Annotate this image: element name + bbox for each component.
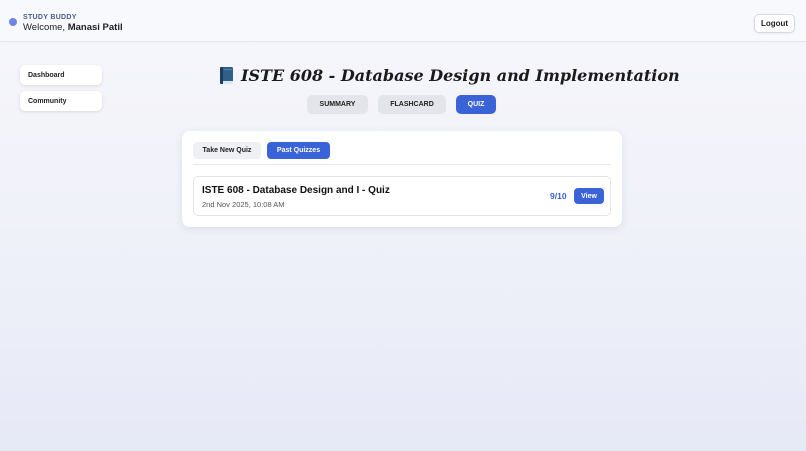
welcome-prefix: Welcome, <box>23 22 66 33</box>
quiz-name: ISTE 608 - Database Design and I - Quiz <box>202 185 390 196</box>
tab-quiz[interactable]: QUIZ <box>456 95 496 114</box>
view-quiz-button[interactable]: View <box>574 188 604 204</box>
brand-name: STUDY BUDDY <box>23 14 77 21</box>
quiz-score: 9/10 <box>550 191 567 201</box>
quiz-panel: Take New Quiz Past Quizzes ISTE 608 - Da… <box>182 131 622 227</box>
user-name: Manasi Patil <box>67 22 123 33</box>
tab-flashcard[interactable]: FLASHCARD <box>378 95 446 114</box>
content-tabs: SUMMARY FLASHCARD QUIZ <box>0 95 806 115</box>
brand-dot-icon <box>9 18 17 26</box>
welcome-message: Welcome, Manasi Patil <box>23 22 123 33</box>
quiz-date: 2nd Nov 2025, 10:08 AM <box>202 200 285 209</box>
logout-button[interactable]: Logout <box>754 14 795 33</box>
take-new-quiz-tab[interactable]: Take New Quiz <box>193 142 261 159</box>
page-title: ISTE 608 - Database Design and Implement… <box>241 65 680 85</box>
past-quiz-item: ISTE 608 - Database Design and I - Quiz … <box>193 176 611 216</box>
book-icon <box>218 66 235 85</box>
divider <box>193 164 611 165</box>
top-bar: STUDY BUDDY Welcome, Manasi Patil Logout <box>0 0 806 42</box>
page-header: ISTE 608 - Database Design and Implement… <box>218 62 680 88</box>
tab-summary[interactable]: SUMMARY <box>307 95 368 114</box>
past-quizzes-tab[interactable]: Past Quizzes <box>267 142 330 159</box>
sidebar-item-dashboard[interactable]: Dashboard <box>20 65 102 85</box>
